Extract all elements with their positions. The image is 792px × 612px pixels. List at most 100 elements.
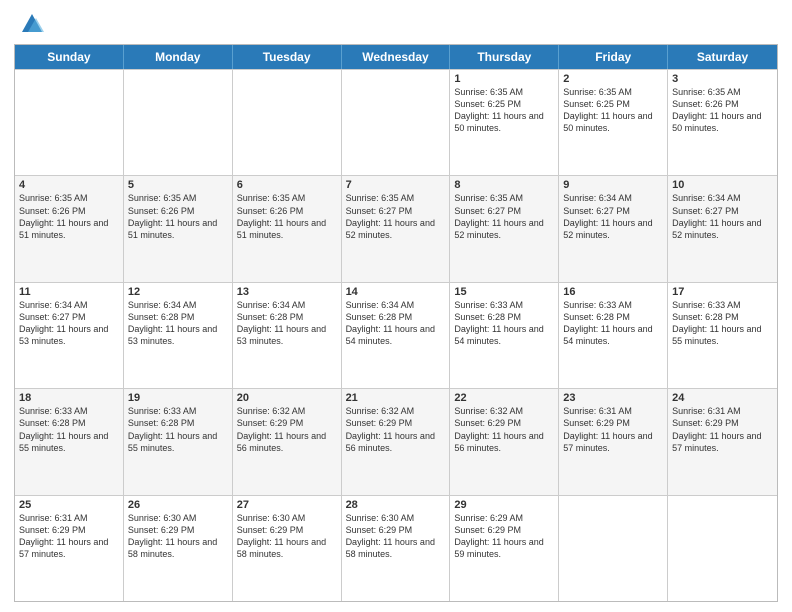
header-day-thursday: Thursday <box>450 45 559 69</box>
calendar-day-24: 24Sunrise: 6:31 AM Sunset: 6:29 PM Dayli… <box>668 389 777 494</box>
day-info: Sunrise: 6:33 AM Sunset: 6:28 PM Dayligh… <box>563 299 663 348</box>
calendar-week-2: 4Sunrise: 6:35 AM Sunset: 6:26 PM Daylig… <box>15 175 777 281</box>
day-info: Sunrise: 6:33 AM Sunset: 6:28 PM Dayligh… <box>672 299 773 348</box>
day-info: Sunrise: 6:33 AM Sunset: 6:28 PM Dayligh… <box>454 299 554 348</box>
day-info: Sunrise: 6:34 AM Sunset: 6:27 PM Dayligh… <box>672 192 773 241</box>
calendar-day-empty <box>124 70 233 175</box>
day-number: 5 <box>128 179 228 191</box>
calendar-day-10: 10Sunrise: 6:34 AM Sunset: 6:27 PM Dayli… <box>668 176 777 281</box>
header-day-monday: Monday <box>124 45 233 69</box>
day-info: Sunrise: 6:34 AM Sunset: 6:27 PM Dayligh… <box>19 299 119 348</box>
day-number: 25 <box>19 499 119 511</box>
day-number: 29 <box>454 499 554 511</box>
calendar-week-5: 25Sunrise: 6:31 AM Sunset: 6:29 PM Dayli… <box>15 495 777 601</box>
calendar-day-8: 8Sunrise: 6:35 AM Sunset: 6:27 PM Daylig… <box>450 176 559 281</box>
day-number: 12 <box>128 286 228 298</box>
header <box>14 10 778 38</box>
calendar-day-28: 28Sunrise: 6:30 AM Sunset: 6:29 PM Dayli… <box>342 496 451 601</box>
day-number: 7 <box>346 179 446 191</box>
day-number: 4 <box>19 179 119 191</box>
day-number: 8 <box>454 179 554 191</box>
day-info: Sunrise: 6:35 AM Sunset: 6:25 PM Dayligh… <box>563 86 663 135</box>
calendar-day-16: 16Sunrise: 6:33 AM Sunset: 6:28 PM Dayli… <box>559 283 668 388</box>
logo <box>14 14 46 38</box>
day-info: Sunrise: 6:29 AM Sunset: 6:29 PM Dayligh… <box>454 512 554 561</box>
calendar-day-19: 19Sunrise: 6:33 AM Sunset: 6:28 PM Dayli… <box>124 389 233 494</box>
calendar-day-7: 7Sunrise: 6:35 AM Sunset: 6:27 PM Daylig… <box>342 176 451 281</box>
calendar-week-3: 11Sunrise: 6:34 AM Sunset: 6:27 PM Dayli… <box>15 282 777 388</box>
logo-icon <box>18 10 46 38</box>
calendar-day-empty <box>668 496 777 601</box>
calendar-day-empty <box>559 496 668 601</box>
day-number: 18 <box>19 392 119 404</box>
day-number: 10 <box>672 179 773 191</box>
calendar-header: SundayMondayTuesdayWednesdayThursdayFrid… <box>15 45 777 69</box>
calendar-day-empty <box>15 70 124 175</box>
calendar-day-18: 18Sunrise: 6:33 AM Sunset: 6:28 PM Dayli… <box>15 389 124 494</box>
day-info: Sunrise: 6:33 AM Sunset: 6:28 PM Dayligh… <box>19 405 119 454</box>
calendar-day-25: 25Sunrise: 6:31 AM Sunset: 6:29 PM Dayli… <box>15 496 124 601</box>
calendar-day-9: 9Sunrise: 6:34 AM Sunset: 6:27 PM Daylig… <box>559 176 668 281</box>
header-day-wednesday: Wednesday <box>342 45 451 69</box>
calendar-day-1: 1Sunrise: 6:35 AM Sunset: 6:25 PM Daylig… <box>450 70 559 175</box>
day-number: 11 <box>19 286 119 298</box>
day-number: 3 <box>672 73 773 85</box>
day-info: Sunrise: 6:35 AM Sunset: 6:27 PM Dayligh… <box>346 192 446 241</box>
day-info: Sunrise: 6:32 AM Sunset: 6:29 PM Dayligh… <box>346 405 446 454</box>
calendar-day-5: 5Sunrise: 6:35 AM Sunset: 6:26 PM Daylig… <box>124 176 233 281</box>
day-number: 24 <box>672 392 773 404</box>
day-number: 26 <box>128 499 228 511</box>
calendar-day-2: 2Sunrise: 6:35 AM Sunset: 6:25 PM Daylig… <box>559 70 668 175</box>
day-info: Sunrise: 6:35 AM Sunset: 6:26 PM Dayligh… <box>672 86 773 135</box>
day-number: 9 <box>563 179 663 191</box>
calendar-day-26: 26Sunrise: 6:30 AM Sunset: 6:29 PM Dayli… <box>124 496 233 601</box>
day-number: 27 <box>237 499 337 511</box>
day-info: Sunrise: 6:33 AM Sunset: 6:28 PM Dayligh… <box>128 405 228 454</box>
calendar-day-22: 22Sunrise: 6:32 AM Sunset: 6:29 PM Dayli… <box>450 389 559 494</box>
day-number: 14 <box>346 286 446 298</box>
day-info: Sunrise: 6:30 AM Sunset: 6:29 PM Dayligh… <box>237 512 337 561</box>
calendar-day-27: 27Sunrise: 6:30 AM Sunset: 6:29 PM Dayli… <box>233 496 342 601</box>
header-day-tuesday: Tuesday <box>233 45 342 69</box>
day-info: Sunrise: 6:34 AM Sunset: 6:27 PM Dayligh… <box>563 192 663 241</box>
day-info: Sunrise: 6:31 AM Sunset: 6:29 PM Dayligh… <box>19 512 119 561</box>
day-number: 16 <box>563 286 663 298</box>
calendar-day-14: 14Sunrise: 6:34 AM Sunset: 6:28 PM Dayli… <box>342 283 451 388</box>
day-info: Sunrise: 6:31 AM Sunset: 6:29 PM Dayligh… <box>672 405 773 454</box>
day-info: Sunrise: 6:35 AM Sunset: 6:26 PM Dayligh… <box>19 192 119 241</box>
day-info: Sunrise: 6:31 AM Sunset: 6:29 PM Dayligh… <box>563 405 663 454</box>
day-info: Sunrise: 6:30 AM Sunset: 6:29 PM Dayligh… <box>346 512 446 561</box>
calendar-week-4: 18Sunrise: 6:33 AM Sunset: 6:28 PM Dayli… <box>15 388 777 494</box>
day-info: Sunrise: 6:35 AM Sunset: 6:26 PM Dayligh… <box>128 192 228 241</box>
header-day-saturday: Saturday <box>668 45 777 69</box>
calendar-day-20: 20Sunrise: 6:32 AM Sunset: 6:29 PM Dayli… <box>233 389 342 494</box>
day-info: Sunrise: 6:32 AM Sunset: 6:29 PM Dayligh… <box>454 405 554 454</box>
calendar-day-17: 17Sunrise: 6:33 AM Sunset: 6:28 PM Dayli… <box>668 283 777 388</box>
day-info: Sunrise: 6:32 AM Sunset: 6:29 PM Dayligh… <box>237 405 337 454</box>
calendar-day-21: 21Sunrise: 6:32 AM Sunset: 6:29 PM Dayli… <box>342 389 451 494</box>
calendar-day-23: 23Sunrise: 6:31 AM Sunset: 6:29 PM Dayli… <box>559 389 668 494</box>
day-info: Sunrise: 6:34 AM Sunset: 6:28 PM Dayligh… <box>346 299 446 348</box>
calendar-day-6: 6Sunrise: 6:35 AM Sunset: 6:26 PM Daylig… <box>233 176 342 281</box>
day-info: Sunrise: 6:35 AM Sunset: 6:27 PM Dayligh… <box>454 192 554 241</box>
header-day-friday: Friday <box>559 45 668 69</box>
day-number: 21 <box>346 392 446 404</box>
calendar-day-12: 12Sunrise: 6:34 AM Sunset: 6:28 PM Dayli… <box>124 283 233 388</box>
day-info: Sunrise: 6:34 AM Sunset: 6:28 PM Dayligh… <box>237 299 337 348</box>
day-number: 20 <box>237 392 337 404</box>
calendar-day-empty <box>342 70 451 175</box>
day-number: 17 <box>672 286 773 298</box>
day-number: 15 <box>454 286 554 298</box>
day-info: Sunrise: 6:35 AM Sunset: 6:26 PM Dayligh… <box>237 192 337 241</box>
day-info: Sunrise: 6:34 AM Sunset: 6:28 PM Dayligh… <box>128 299 228 348</box>
page: SundayMondayTuesdayWednesdayThursdayFrid… <box>0 0 792 612</box>
day-number: 13 <box>237 286 337 298</box>
calendar-day-15: 15Sunrise: 6:33 AM Sunset: 6:28 PM Dayli… <box>450 283 559 388</box>
day-info: Sunrise: 6:30 AM Sunset: 6:29 PM Dayligh… <box>128 512 228 561</box>
calendar: SundayMondayTuesdayWednesdayThursdayFrid… <box>14 44 778 602</box>
calendar-day-4: 4Sunrise: 6:35 AM Sunset: 6:26 PM Daylig… <box>15 176 124 281</box>
calendar-day-13: 13Sunrise: 6:34 AM Sunset: 6:28 PM Dayli… <box>233 283 342 388</box>
calendar-day-11: 11Sunrise: 6:34 AM Sunset: 6:27 PM Dayli… <box>15 283 124 388</box>
day-number: 6 <box>237 179 337 191</box>
calendar-body: 1Sunrise: 6:35 AM Sunset: 6:25 PM Daylig… <box>15 69 777 601</box>
